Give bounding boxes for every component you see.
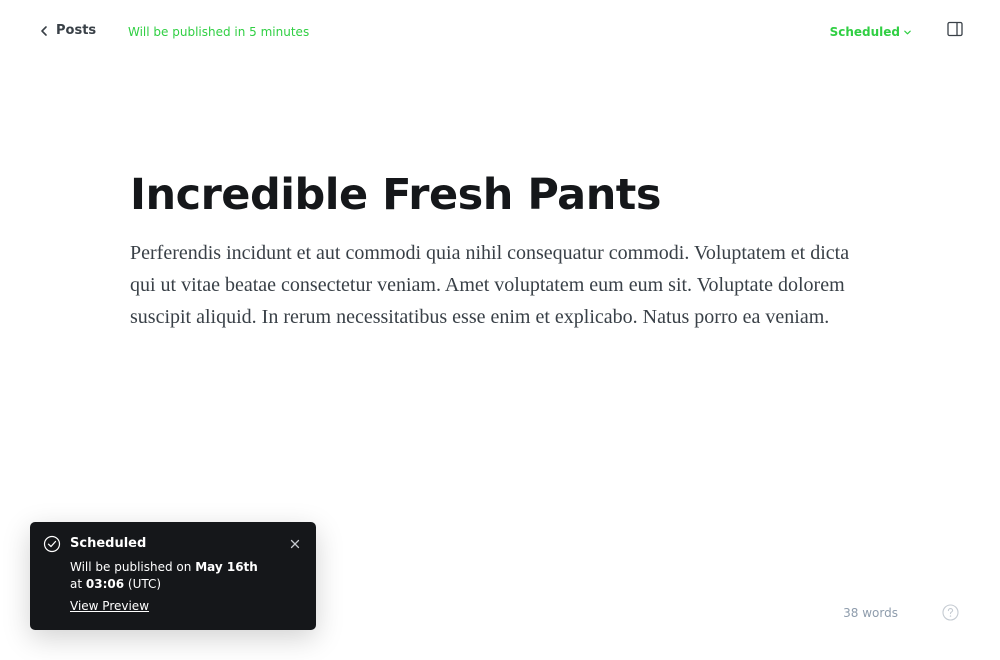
status-dropdown[interactable]: Scheduled: [830, 25, 912, 39]
close-icon[interactable]: [288, 537, 302, 551]
help-icon[interactable]: [942, 604, 959, 621]
word-count: 38 words: [843, 606, 898, 620]
post-body[interactable]: Perferendis incidunt et aut commodi quia…: [130, 237, 870, 333]
check-circle-icon: [43, 535, 61, 553]
publish-date: May 16th: [195, 560, 258, 574]
scheduled-notification: Scheduled Will be published on May 16th a…: [30, 522, 316, 630]
editor-topbar: Posts Will be published in 5 minutes Sch…: [0, 0, 1000, 64]
at-label: at: [70, 577, 86, 591]
publish-status-text: Will be published in 5 minutes: [128, 25, 310, 39]
chevron-left-icon: [41, 25, 47, 36]
status-dropdown-label: Scheduled: [829, 25, 900, 39]
back-to-posts-link[interactable]: Posts: [38, 23, 96, 38]
back-link-label: Posts: [56, 23, 97, 38]
chevron-down-icon: [904, 30, 911, 34]
view-preview-link[interactable]: View Preview: [70, 599, 149, 613]
timezone-label: (UTC): [124, 577, 162, 591]
post-title[interactable]: Incredible Fresh Pants: [130, 165, 870, 225]
notification-title: Scheduled: [70, 536, 147, 551]
notification-message: Will be published on May 16th at 03:06 (U…: [70, 559, 290, 593]
sidebar-toggle-icon[interactable]: [947, 21, 963, 37]
message-prefix: Will be published on: [70, 560, 196, 574]
publish-time: 03:06: [85, 577, 125, 591]
post-editor: Incredible Fresh Pants Perferendis incid…: [130, 165, 870, 333]
